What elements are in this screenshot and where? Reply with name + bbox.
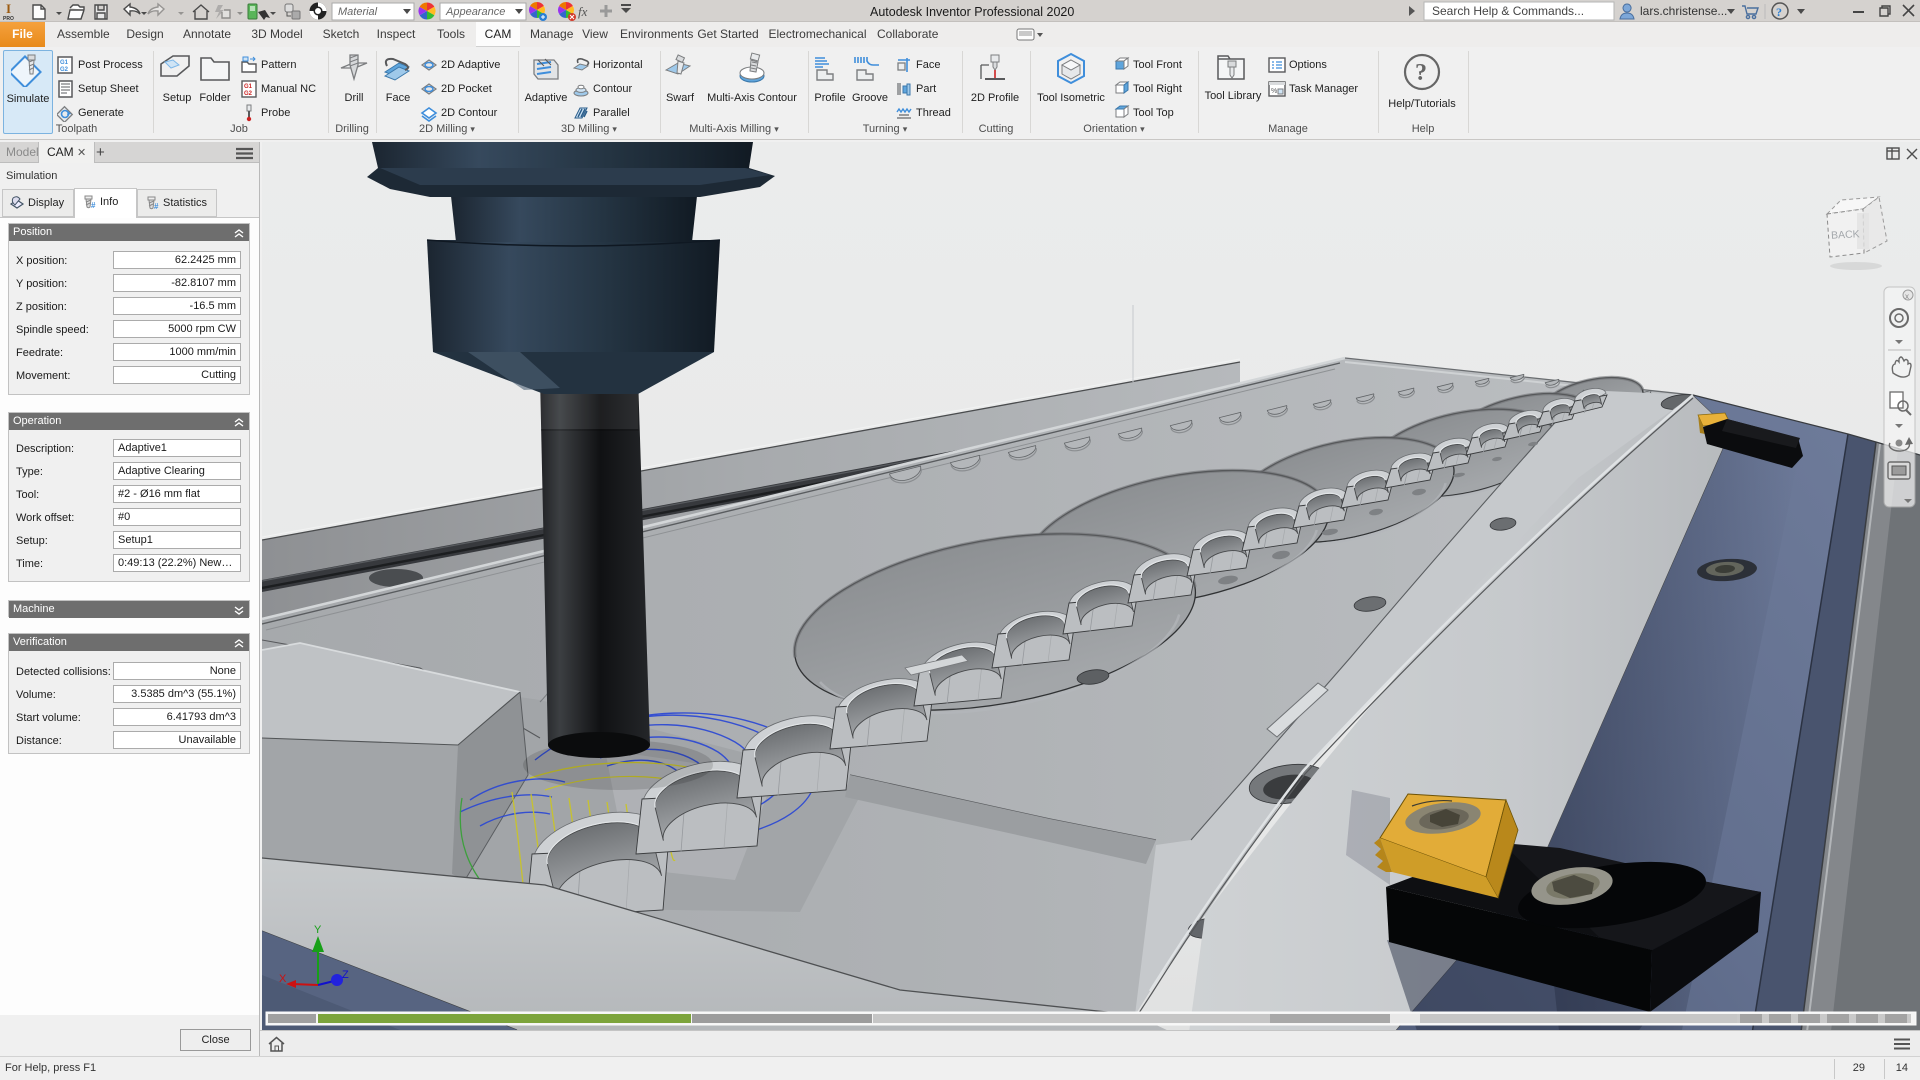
svg-text:fx: fx — [578, 4, 588, 19]
svg-text:G1: G1 — [60, 60, 69, 66]
svg-text:#: # — [154, 202, 159, 211]
svg-text:Z: Z — [342, 969, 349, 981]
svg-text:G2: G2 — [60, 67, 69, 73]
svg-text:?: ? — [1415, 60, 1427, 86]
svg-text:BACK: BACK — [1831, 228, 1860, 241]
svg-text:lars.christense...: lars.christense... — [1640, 4, 1727, 18]
svg-text:Y: Y — [314, 924, 322, 936]
svg-text:?: ? — [1776, 5, 1782, 19]
svg-text:X: X — [279, 973, 287, 985]
svg-text:#: # — [91, 201, 96, 210]
svg-text:Autodesk Inventor Professional: Autodesk Inventor Professional 2020 — [870, 5, 1074, 19]
svg-text:x: x — [1905, 292, 1909, 301]
svg-text:I: I — [6, 1, 11, 16]
svg-text:G1: G1 — [244, 84, 253, 90]
svg-text:Appearance: Appearance — [445, 6, 505, 18]
svg-text:%: % — [1271, 88, 1277, 95]
svg-text:Search Help & Commands...: Search Help & Commands... — [1432, 4, 1584, 18]
svg-text:G2: G2 — [244, 91, 253, 97]
svg-text:Material: Material — [338, 6, 378, 18]
